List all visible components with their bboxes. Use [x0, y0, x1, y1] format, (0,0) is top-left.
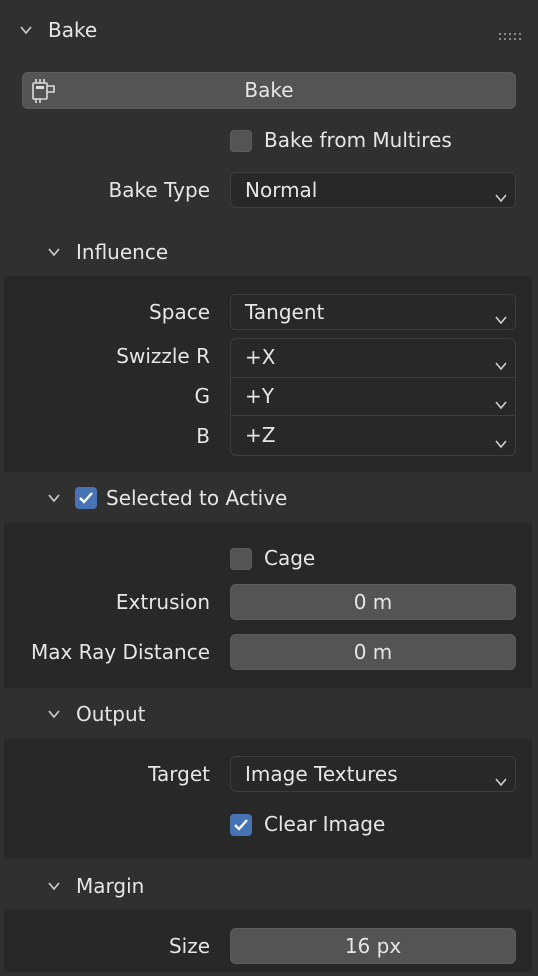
chevron-down-icon[interactable] — [48, 246, 60, 258]
swizzle-r-label: Swizzle R — [116, 344, 210, 368]
max-ray-distance-value: 0 m — [353, 640, 393, 664]
checkmark-icon — [234, 819, 248, 831]
swizzle-b-label: B — [196, 424, 210, 448]
cage-checkbox[interactable] — [230, 548, 252, 570]
panel-title[interactable]: Bake — [48, 18, 97, 42]
target-value: Image Textures — [245, 762, 398, 786]
chevron-down-icon — [495, 431, 507, 449]
bake-type-label: Bake Type — [108, 178, 210, 202]
selected-to-active-checkbox[interactable] — [75, 487, 97, 509]
space-label: Space — [149, 300, 210, 324]
extrusion-field[interactable]: 0 m — [230, 584, 516, 620]
chevron-down-icon[interactable] — [48, 708, 60, 720]
bake-button-label: Bake — [244, 78, 294, 102]
chevron-down-icon — [495, 353, 507, 371]
drag-grip-icon[interactable] — [498, 24, 522, 40]
bake-type-value: Normal — [245, 178, 318, 202]
extrusion-value: 0 m — [353, 590, 393, 614]
swizzle-g-value: +Y — [245, 384, 274, 408]
chevron-down-icon[interactable] — [48, 492, 60, 504]
swizzle-g-label: G — [194, 384, 211, 408]
space-dropdown[interactable]: Tangent — [230, 294, 516, 330]
chevron-down-icon — [495, 392, 507, 410]
swizzle-r-value: +X — [245, 345, 276, 369]
extrusion-label: Extrusion — [115, 590, 210, 614]
swizzle-b-value: +Z — [245, 423, 276, 447]
target-dropdown[interactable]: Image Textures — [230, 756, 516, 792]
max-ray-distance-label: Max Ray Distance — [30, 640, 210, 664]
influence-title[interactable]: Influence — [76, 240, 168, 264]
chevron-down-icon — [495, 769, 507, 787]
swizzle-r-dropdown[interactable]: +X — [230, 338, 516, 378]
bake-from-multires-label[interactable]: Bake from Multires — [264, 128, 452, 152]
checkmark-icon — [79, 492, 93, 504]
size-value: 16 px — [344, 934, 402, 958]
size-label: Size — [168, 934, 210, 958]
chevron-down-icon — [495, 307, 507, 325]
bake-button[interactable]: Bake — [22, 72, 516, 109]
bake-from-multires-checkbox[interactable] — [230, 130, 252, 152]
chevron-down-icon[interactable] — [20, 24, 32, 36]
size-field[interactable]: 16 px — [230, 928, 516, 964]
chevron-down-icon — [495, 185, 507, 203]
output-title[interactable]: Output — [76, 702, 145, 726]
clear-image-checkbox[interactable] — [230, 814, 252, 836]
swizzle-b-dropdown[interactable]: +Z — [230, 416, 516, 456]
swizzle-g-dropdown[interactable]: +Y — [230, 378, 516, 416]
cage-label[interactable]: Cage — [264, 546, 315, 570]
space-value: Tangent — [245, 300, 325, 324]
clear-image-label[interactable]: Clear Image — [264, 812, 385, 836]
margin-title[interactable]: Margin — [76, 874, 144, 898]
chevron-down-icon[interactable] — [48, 880, 60, 892]
selected-to-active-title[interactable]: Selected to Active — [106, 486, 287, 510]
target-label: Target — [148, 762, 210, 786]
max-ray-distance-field[interactable]: 0 m — [230, 634, 516, 670]
bake-type-dropdown[interactable]: Normal — [230, 172, 516, 208]
